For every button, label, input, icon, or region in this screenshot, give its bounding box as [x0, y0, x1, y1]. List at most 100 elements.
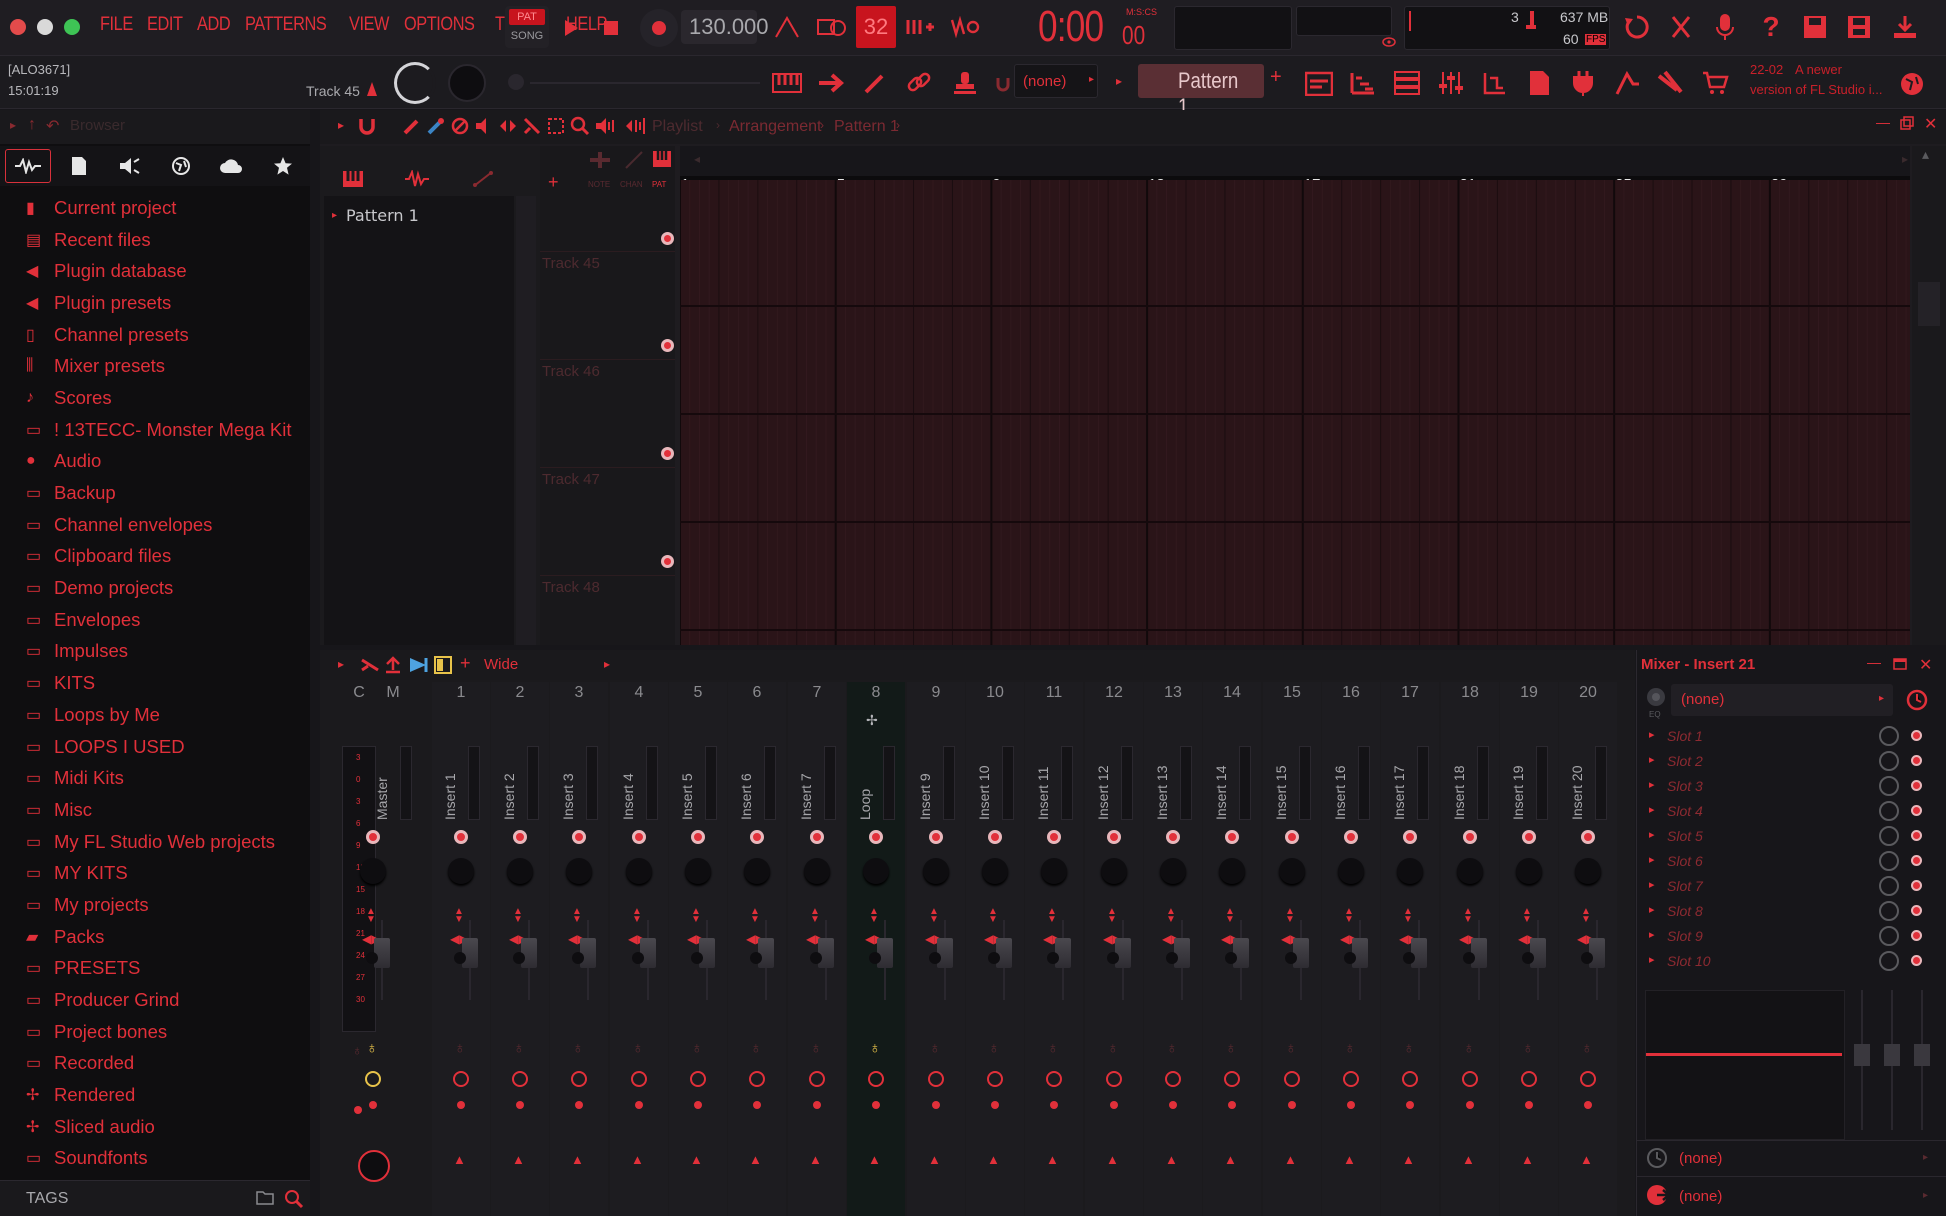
stop-button[interactable]: [592, 9, 630, 47]
shop-cart-icon[interactable]: [1696, 64, 1734, 102]
latency-clock-icon[interactable]: [571, 1071, 587, 1087]
master-volume-knob[interactable]: [394, 62, 436, 104]
latency-clock-icon[interactable]: [1580, 1071, 1596, 1087]
pan-knob[interactable]: [685, 858, 711, 884]
strip-name[interactable]: Insert 7: [798, 750, 816, 820]
insert-close-button[interactable]: ✕: [1919, 655, 1932, 675]
latency-clock-icon[interactable]: [1224, 1071, 1240, 1087]
latency-clock-icon[interactable]: [1165, 1071, 1181, 1087]
breadcrumb-arrangement[interactable]: Arrangement: [729, 118, 822, 136]
stereo-knob[interactable]: [1581, 952, 1593, 964]
mixer-insert-icon[interactable]: [384, 656, 402, 674]
send-arrow-icon[interactable]: ▲: [749, 1152, 762, 1167]
wait-for-input-icon[interactable]: [812, 8, 850, 46]
fx-bulb-icon[interactable]: ♁: [632, 1040, 644, 1058]
menu-add[interactable]: ADD: [197, 14, 231, 36]
slot-enable-led[interactable]: [1911, 805, 1922, 816]
pan-knob[interactable]: [1279, 858, 1305, 884]
record-arm-dot[interactable]: [1525, 1101, 1533, 1109]
record-arm-dot[interactable]: [872, 1101, 880, 1109]
browser-item[interactable]: ▭ Producer Grind: [0, 984, 310, 1016]
pan-knob[interactable]: [744, 858, 770, 884]
paint-tool-icon[interactable]: [426, 116, 446, 136]
stereo-knob[interactable]: [1225, 952, 1237, 964]
slot-mix-knob[interactable]: [1879, 826, 1899, 846]
send-arrow-icon[interactable]: ▲: [1462, 1152, 1475, 1167]
playlist-menu-icon[interactable]: ▸: [338, 118, 344, 132]
fx-bulb-icon[interactable]: ♁: [1344, 1040, 1356, 1058]
menu-file[interactable]: FILE: [100, 14, 133, 36]
typing-keyboard-button[interactable]: 32: [856, 6, 896, 48]
send-arrow-icon[interactable]: ▲: [1165, 1152, 1178, 1167]
stereo-knob[interactable]: [1047, 952, 1059, 964]
stereo-separation-icon[interactable]: ▲ ▼: [1344, 907, 1354, 925]
strip-enable-led[interactable]: [1225, 830, 1239, 844]
mixer-strip-insert[interactable]: 13 Insert 13 ▲ ▼ ◀▶ ♁ ▲: [1144, 682, 1202, 1216]
slot-expand-icon[interactable]: ▸: [1649, 728, 1655, 741]
browser-back-icon[interactable]: ↶: [46, 116, 59, 136]
pan-knob[interactable]: [360, 858, 386, 884]
stereo-separation-icon[interactable]: ▲ ▼: [1225, 907, 1235, 925]
slot-enable-led[interactable]: [1911, 830, 1922, 841]
send-arrow-icon[interactable]: ▲: [1402, 1152, 1415, 1167]
track-enable-led[interactable]: [661, 232, 674, 245]
track-piano-icon[interactable]: [652, 150, 672, 168]
menu-options[interactable]: OPTIONS: [404, 14, 475, 36]
stereo-knob[interactable]: [750, 952, 762, 964]
stereo-separation-icon[interactable]: ▲ ▼: [572, 907, 582, 925]
slot-enable-led[interactable]: [1911, 905, 1922, 916]
pat-song-switch[interactable]: PAT SONG: [505, 6, 549, 48]
strip-enable-led[interactable]: [1463, 830, 1477, 844]
mixer-view-mode[interactable]: Wide: [484, 656, 518, 673]
pan-knob[interactable]: [1101, 858, 1127, 884]
slot-expand-icon[interactable]: ▸: [1649, 853, 1655, 866]
tempo-display[interactable]: 130.000: [681, 10, 769, 44]
piano-roll-icon[interactable]: [768, 64, 806, 102]
mixer-strip-insert[interactable]: 15 Insert 15 ▲ ▼ ◀▶ ♁ ▲: [1263, 682, 1321, 1216]
folder-icon[interactable]: [256, 1189, 274, 1205]
menu-edit[interactable]: EDIT: [147, 14, 183, 36]
browser-item[interactable]: ▤ Recent files: [0, 224, 310, 256]
browser-item[interactable]: ▭ My FL Studio Web projects: [0, 826, 310, 858]
strip-enable-led[interactable]: [1581, 830, 1595, 844]
strip-enable-led[interactable]: [366, 830, 380, 844]
effect-slot[interactable]: ▸ Slot 7: [1647, 874, 1937, 899]
playlist-minimize-button[interactable]: —: [1876, 114, 1890, 130]
track-header[interactable]: Track 47: [540, 469, 675, 576]
browser-tab-projects[interactable]: [56, 149, 102, 183]
record-arm-dot[interactable]: [1466, 1101, 1474, 1109]
latency-clock-icon[interactable]: [1046, 1071, 1062, 1087]
pencil-icon[interactable]: [856, 64, 894, 102]
select-tool-icon[interactable]: [546, 116, 566, 136]
send-arrow-icon[interactable]: ▲: [868, 1152, 881, 1167]
fx-bulb-icon[interactable]: ♁: [750, 1040, 762, 1058]
stereo-separation-icon[interactable]: ▲ ▼: [750, 907, 760, 925]
breadcrumb-playlist[interactable]: Playlist: [652, 118, 703, 136]
pan-knob[interactable]: [1575, 858, 1601, 884]
record-arm-dot[interactable]: [635, 1101, 643, 1109]
fx-bulb-icon[interactable]: ♁: [1285, 1040, 1297, 1058]
strip-enable-led[interactable]: [1047, 830, 1061, 844]
loop-record-icon[interactable]: [946, 8, 984, 46]
stereo-separation-icon[interactable]: ▲ ▼: [513, 907, 523, 925]
strip-name[interactable]: Insert 5: [679, 750, 697, 820]
playlist-restore-button[interactable]: [1900, 116, 1914, 130]
browser-item[interactable]: ✢ Sliced audio: [0, 1111, 310, 1143]
browser-item[interactable]: ✢ Rendered: [0, 1079, 310, 1111]
strip-fx-icon[interactable]: ♁: [352, 1042, 363, 1058]
song-position-display[interactable]: 0:00 00 M:S:CS: [1038, 2, 1168, 52]
mixer-menu-icon[interactable]: ▸: [338, 657, 344, 671]
mixer-strip-insert[interactable]: 18 Insert 18 ▲ ▼ ◀▶ ♁ ▲: [1441, 682, 1499, 1216]
mixer-strip-insert[interactable]: 17 Insert 17 ▲ ▼ ◀▶ ♁ ▲: [1381, 682, 1439, 1216]
slot-enable-led[interactable]: [1911, 855, 1922, 866]
stereo-knob[interactable]: [1107, 952, 1119, 964]
latency-clock-icon[interactable]: [1462, 1071, 1478, 1087]
add-track-button[interactable]: +: [548, 172, 559, 193]
track-grid-icon[interactable]: [588, 150, 612, 170]
strip-name[interactable]: Insert 19: [1510, 750, 1528, 820]
fx-bulb-icon[interactable]: ♁: [810, 1040, 822, 1058]
latency-clock-icon[interactable]: [1402, 1071, 1418, 1087]
send-arrow-icon[interactable]: ▲: [987, 1152, 1000, 1167]
pan-knob[interactable]: [804, 858, 830, 884]
strip-enable-led[interactable]: [1403, 830, 1417, 844]
